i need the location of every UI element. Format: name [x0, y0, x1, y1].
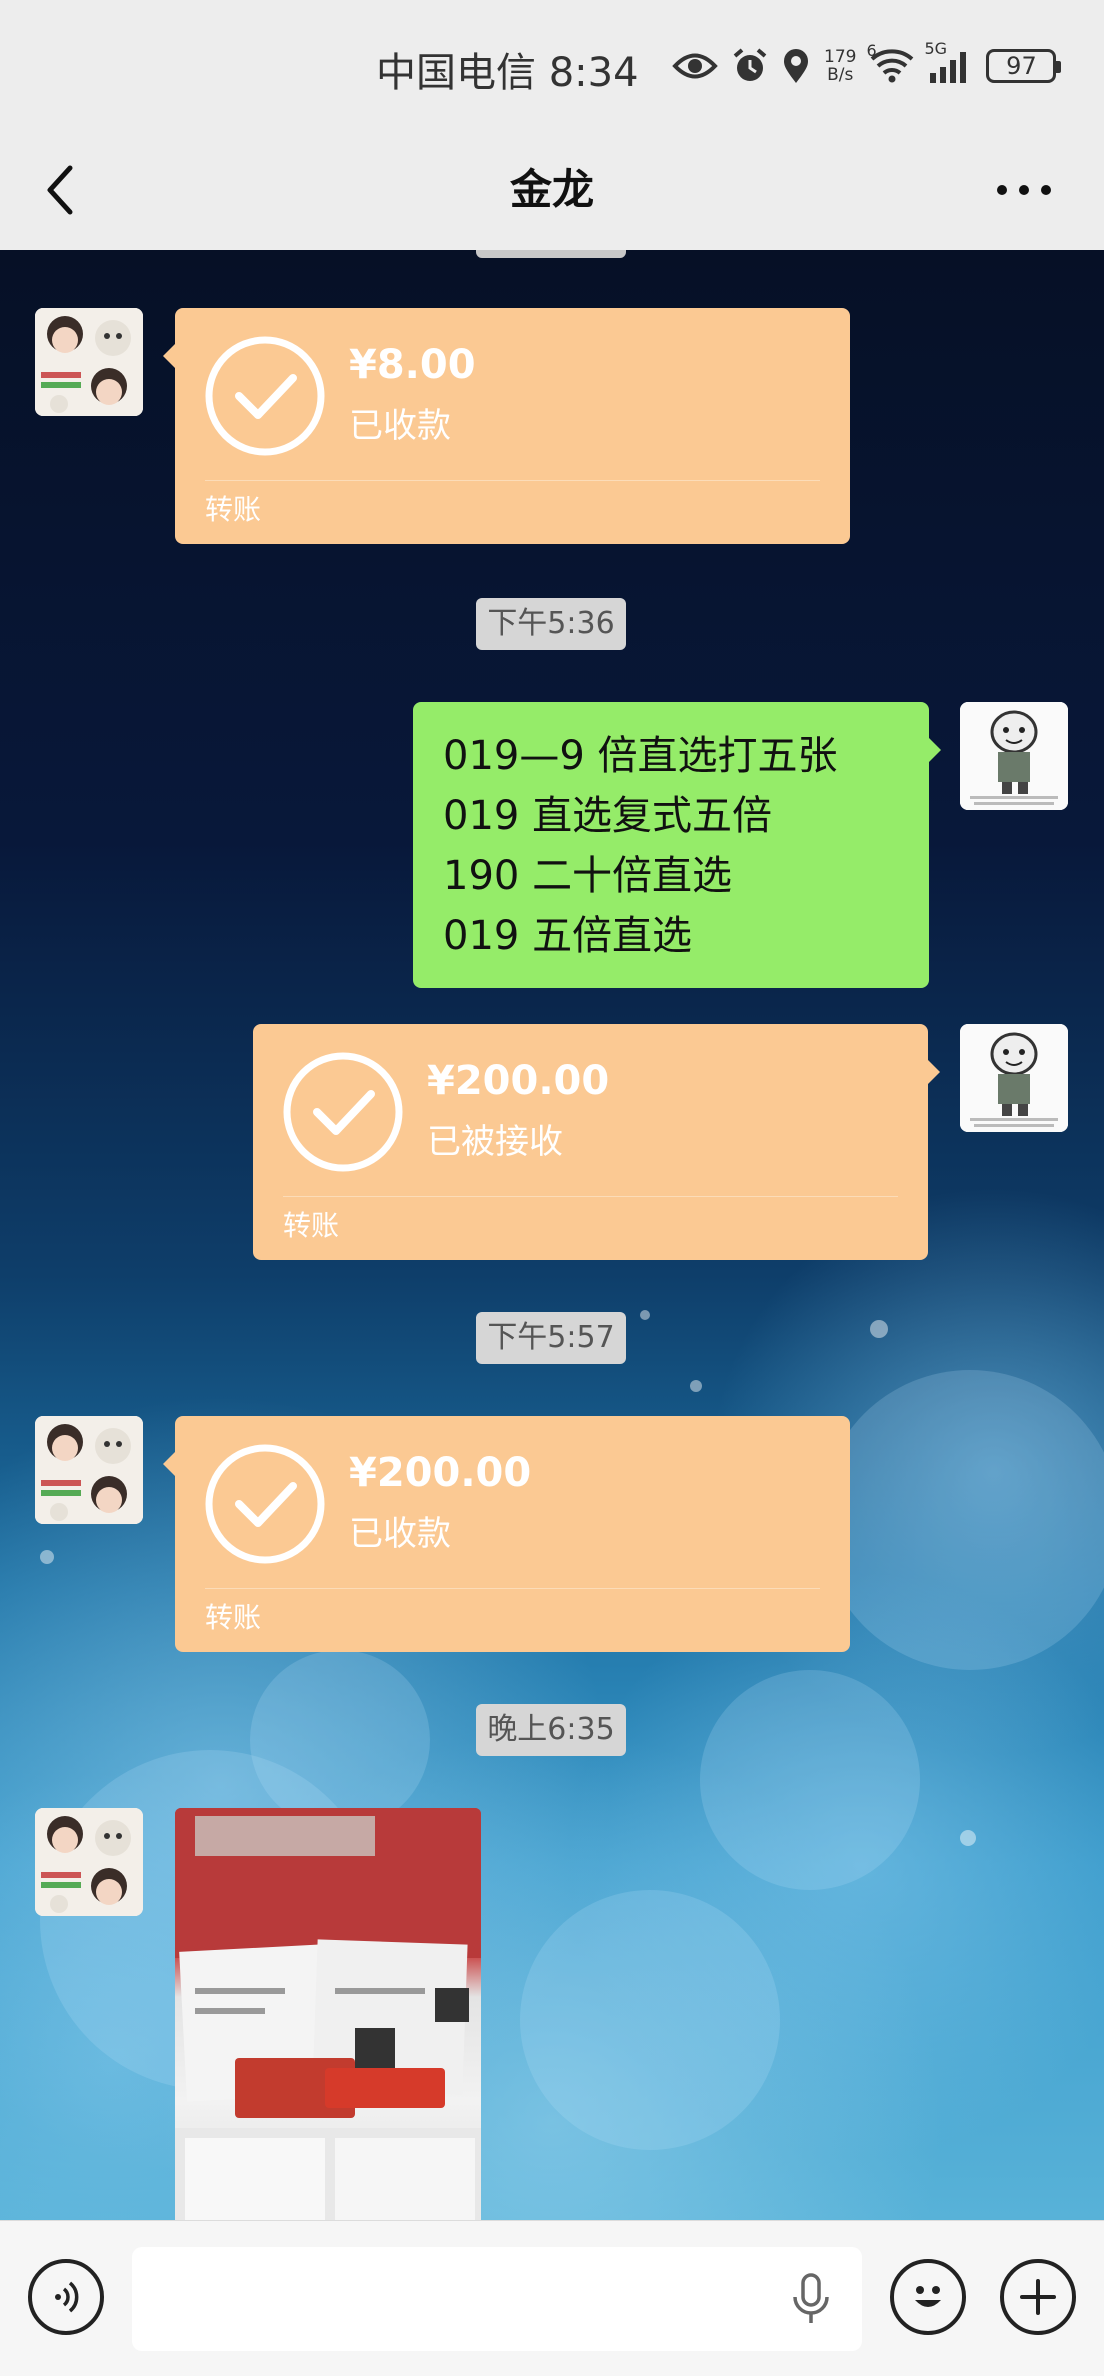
- contact-avatar[interactable]: [35, 1808, 143, 1916]
- status-icons: 179 B/s 6 5G 97: [672, 39, 1062, 88]
- signal-group: 5G: [924, 39, 972, 83]
- signal-tag: 5G: [924, 39, 948, 58]
- transfer-label: 转账: [205, 1601, 262, 1634]
- transfer-status: 已收款: [349, 1514, 451, 1554]
- transfer-message[interactable]: ¥200.00 已被接收 转账: [253, 1024, 940, 1260]
- voice-toggle-button[interactable]: [28, 2259, 104, 2335]
- timestamp: 晚上6:35: [476, 1704, 626, 1756]
- carrier-time: 中国电信 8:34: [376, 50, 639, 96]
- chat-header: 金龙: [0, 130, 1104, 250]
- my-avatar[interactable]: [960, 1024, 1068, 1132]
- alarm-icon: [733, 48, 767, 81]
- wifi-icon: [871, 49, 914, 83]
- divider: [283, 1196, 898, 1197]
- divider: [205, 1588, 820, 1589]
- contact-avatar[interactable]: [35, 1416, 143, 1524]
- avatar-image: [35, 1416, 143, 1524]
- net-speed-unit: B/s: [827, 65, 854, 85]
- text-message[interactable]: 019—9 倍直选打五张 019 直选复式五倍 190 二十倍直选 019 五倍…: [413, 702, 941, 988]
- image-message[interactable]: [175, 1808, 481, 2220]
- timestamp: 下午5:57: [476, 1312, 626, 1364]
- transfer-label: 转账: [283, 1209, 340, 1242]
- location-icon: [784, 49, 808, 83]
- check-circle-icon: [205, 1444, 325, 1564]
- check-circle-icon: [205, 336, 325, 456]
- transfer-amount: ¥200.00: [427, 1058, 610, 1104]
- net-speed-value: 179: [824, 47, 857, 67]
- my-avatar[interactable]: [960, 702, 1068, 810]
- avatar-image: [35, 308, 143, 416]
- voice-toggle-icon: [55, 2281, 79, 2313]
- status-bar: 中国电信 8:34 179 B/s 6 5G 97: [0, 0, 1104, 130]
- message-line: 190 二十倍直选: [443, 853, 733, 899]
- emoji-button[interactable]: [890, 2259, 966, 2335]
- chat-title: 金龙: [509, 165, 594, 214]
- background-bokeh: [520, 1890, 780, 2150]
- transfer-message[interactable]: ¥8.00 已收款 转账: [163, 308, 850, 544]
- eye-icon: [672, 53, 718, 79]
- contact-avatar[interactable]: [35, 308, 143, 416]
- background-dot: [960, 1830, 976, 1846]
- background-bokeh: [820, 1370, 1104, 1670]
- background-bokeh: [250, 1650, 430, 1830]
- transfer-amount: ¥8.00: [349, 342, 476, 388]
- background-dot: [690, 1380, 702, 1392]
- plus-icon: [1020, 2279, 1056, 2315]
- avatar-image: [960, 1024, 1068, 1132]
- chat-area[interactable]: ¥8.00 已收款 转账 下午5:36 019—9 倍直选打五张 019 直选复…: [0, 250, 1104, 2220]
- plus-button[interactable]: [1000, 2259, 1076, 2335]
- photo-icon: [175, 1808, 481, 2220]
- emoji-icon: [915, 2286, 941, 2307]
- transfer-amount: ¥200.00: [349, 1450, 532, 1496]
- input-bar: [0, 2220, 1104, 2376]
- message-line: 019 五倍直选: [443, 913, 693, 959]
- background-bokeh: [700, 1670, 920, 1890]
- microphone-icon[interactable]: [786, 2271, 836, 2327]
- avatar-image: [960, 702, 1068, 810]
- transfer-label: 转账: [205, 493, 262, 526]
- wifi-group: 6: [866, 41, 914, 83]
- message-input[interactable]: [132, 2247, 862, 2351]
- message-line: 019—9 倍直选打五张: [443, 733, 838, 779]
- wifi-tag: 6: [866, 41, 877, 60]
- more-dots-icon[interactable]: [994, 180, 1054, 200]
- divider: [205, 480, 820, 481]
- background-dot: [640, 1310, 650, 1320]
- transfer-status: 已被接收: [427, 1122, 563, 1162]
- net-speed: 179 B/s: [824, 48, 856, 84]
- background-dot: [870, 1320, 888, 1338]
- message-line: 019 直选复式五倍: [443, 793, 773, 839]
- previous-message-stub: [476, 250, 626, 258]
- transfer-status: 已收款: [349, 406, 451, 446]
- background-dot: [40, 1550, 54, 1564]
- battery-icon: 97: [986, 49, 1062, 83]
- transfer-message[interactable]: ¥200.00 已收款 转账: [163, 1416, 850, 1652]
- avatar-image: [35, 1808, 143, 1916]
- check-circle-icon: [283, 1052, 403, 1172]
- timestamp: 下午5:36: [476, 598, 626, 650]
